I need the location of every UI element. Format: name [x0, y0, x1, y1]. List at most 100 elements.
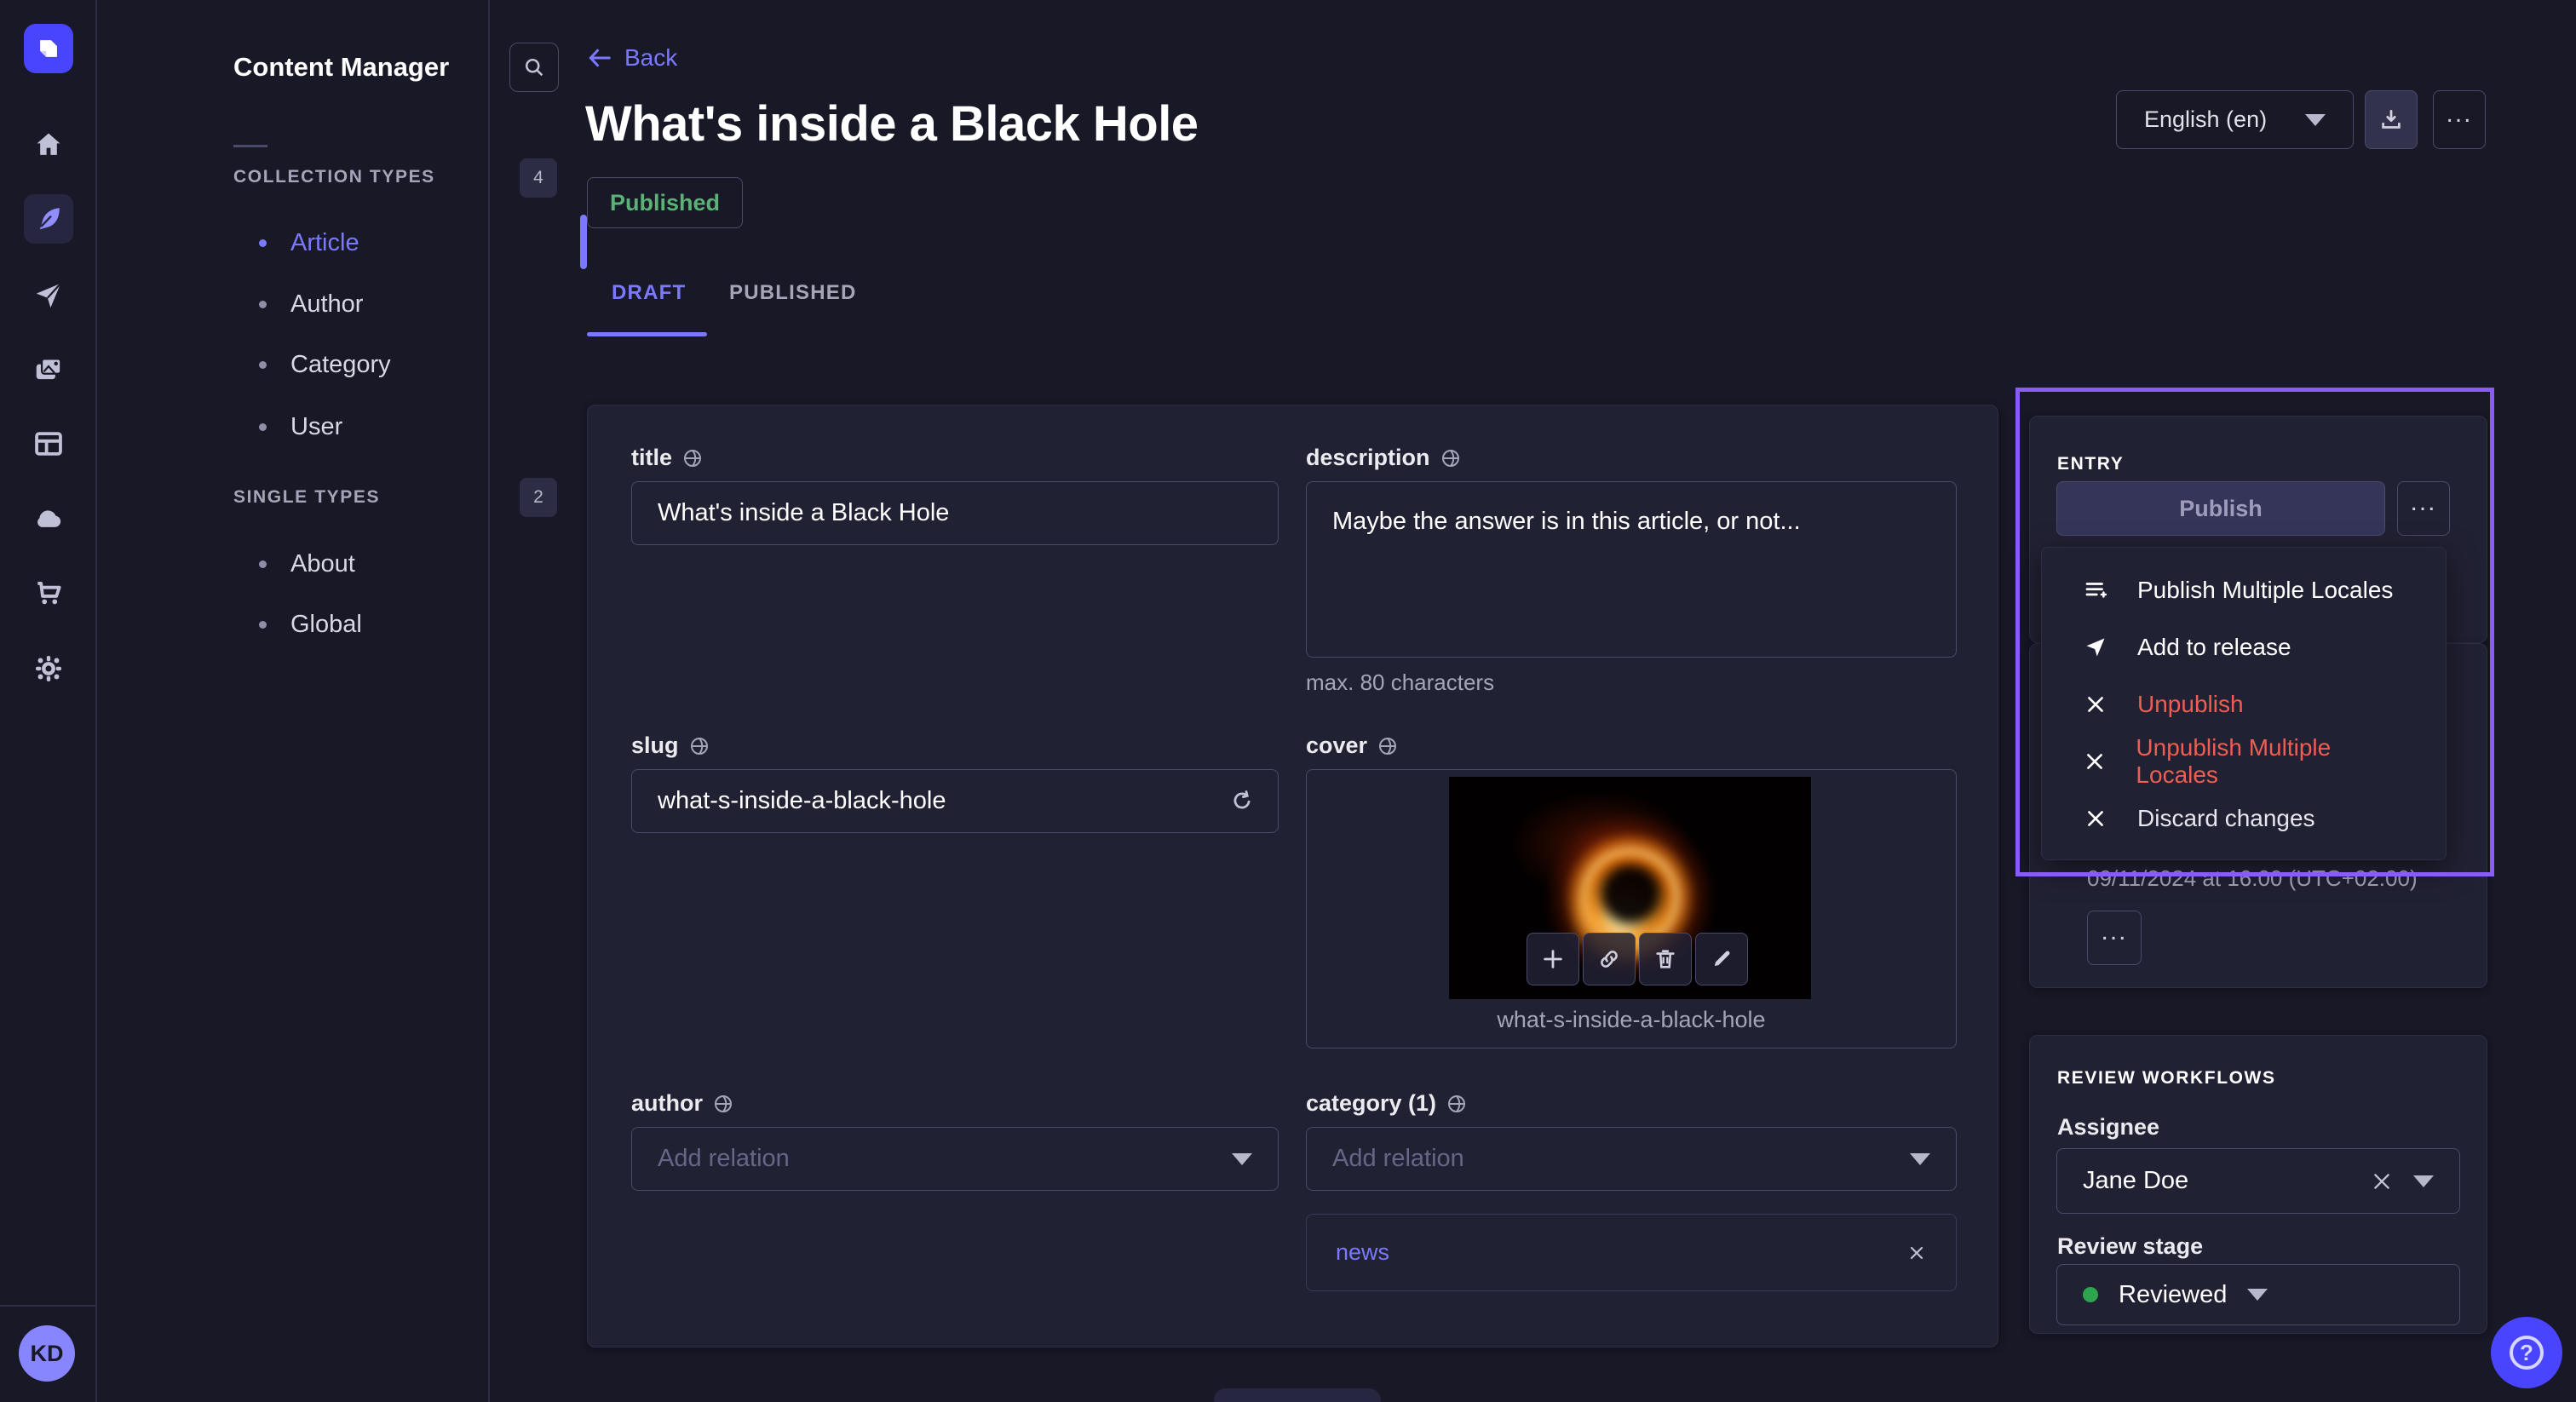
tab-published[interactable]: PUBLISHED: [729, 281, 856, 305]
scheduled-more-button[interactable]: ...: [2087, 911, 2142, 965]
sidebar-item-label: User: [290, 413, 342, 441]
list-plus-icon: [2081, 577, 2110, 603]
tab-draft[interactable]: DRAFT: [612, 281, 686, 305]
cross-icon: [2081, 807, 2110, 830]
strapi-logo-icon: [34, 34, 63, 63]
slug-field-label: slug: [631, 733, 710, 759]
sidebar-item-user[interactable]: User: [259, 408, 342, 445]
localized-globe-icon: [1440, 448, 1461, 468]
content-manager-pen-icon[interactable]: [24, 194, 73, 244]
sidebar-item-label: Author: [290, 290, 363, 319]
copy-link-button[interactable]: [1583, 933, 1636, 985]
category-placeholder: Add relation: [1332, 1145, 1464, 1173]
author-relation-select[interactable]: Add relation: [631, 1127, 1279, 1191]
locale-value: English (en): [2144, 106, 2267, 133]
cover-field-label: cover: [1306, 733, 1398, 759]
settings-gear-icon[interactable]: [32, 652, 66, 686]
description-textarea[interactable]: Maybe the answer is in this article, or …: [1306, 481, 1957, 658]
menu-item-label: Unpublish Multiple Locales: [2136, 734, 2406, 789]
localized-globe-icon: [689, 736, 710, 756]
assignee-select[interactable]: Jane Doe: [2056, 1148, 2460, 1214]
description-helper-text: max. 80 characters: [1306, 669, 1494, 696]
publish-button[interactable]: Publish: [2056, 481, 2385, 536]
sidebar-item-label: Global: [290, 611, 362, 639]
field-label-text: author: [631, 1090, 703, 1117]
chevron-down-icon: [2413, 1175, 2434, 1187]
home-icon[interactable]: [32, 128, 66, 162]
relation-link-news[interactable]: news: [1336, 1239, 1389, 1266]
sidebar-item-global[interactable]: Global: [259, 606, 362, 643]
edit-media-button[interactable]: [1695, 933, 1748, 985]
cover-actions: [1527, 933, 1748, 985]
assignee-value: Jane Doe: [2083, 1167, 2188, 1195]
title-input-wrap: [631, 481, 1279, 545]
sidebar-item-about[interactable]: About: [259, 545, 355, 583]
bottom-panel-edge: [1214, 1388, 1381, 1402]
strapi-admin: KD Content Manager COLLECTION TYPES 4 Ar…: [0, 0, 2576, 1402]
title-input[interactable]: [631, 481, 1279, 545]
menu-item-unpublish[interactable]: Unpublish: [2042, 675, 2446, 733]
back-label: Back: [624, 44, 677, 72]
category-relation-item: news: [1306, 1214, 1957, 1291]
menu-item-discard-changes[interactable]: Discard changes: [2042, 790, 2446, 847]
media-library-icon[interactable]: [32, 353, 66, 387]
assignee-label: Assignee: [2057, 1114, 2159, 1141]
category-relation-select[interactable]: Add relation: [1306, 1127, 1957, 1191]
menu-item-publish-multiple-locales[interactable]: Publish Multiple Locales: [2042, 561, 2446, 618]
content-type-builder-icon[interactable]: [32, 427, 66, 461]
releases-paper-plane-icon[interactable]: [32, 279, 66, 313]
title-field-label: title: [631, 445, 703, 471]
bullet-icon: [259, 621, 267, 629]
author-field-label: author: [631, 1090, 733, 1117]
stage-value: Reviewed: [2119, 1281, 2227, 1309]
back-link[interactable]: Back: [587, 44, 677, 72]
strapi-logo[interactable]: [24, 24, 73, 73]
cover-filename: what-s-inside-a-black-hole: [1306, 1007, 1957, 1033]
delete-media-button[interactable]: [1639, 933, 1692, 985]
search-button[interactable]: [509, 43, 559, 92]
bullet-icon: [259, 423, 267, 431]
sidebar-item-author[interactable]: Author: [259, 285, 363, 323]
menu-item-label: Publish Multiple Locales: [2137, 577, 2393, 604]
help-button[interactable]: ?: [2491, 1317, 2562, 1388]
sidebar-item-category[interactable]: Category: [259, 346, 391, 383]
menu-item-unpublish-multiple-locales[interactable]: Unpublish Multiple Locales: [2042, 733, 2446, 790]
marketplace-cart-icon[interactable]: [32, 576, 66, 610]
content-manager-sidebar: Content Manager COLLECTION TYPES 4 Artic…: [97, 0, 490, 1402]
review-workflows-heading: REVIEW WORKFLOWS: [2057, 1068, 2276, 1089]
clear-assignee-icon[interactable]: [2371, 1170, 2393, 1192]
single-types-heading: SINGLE TYPES: [233, 487, 380, 508]
entry-heading: ENTRY: [2057, 454, 2124, 474]
localized-globe-icon: [1446, 1094, 1467, 1114]
slug-input[interactable]: [631, 769, 1279, 833]
entry-actions-menu: Publish Multiple Locales Add to release …: [2041, 547, 2447, 860]
ellipsis-icon: ...: [2410, 503, 2436, 514]
header-more-button[interactable]: ...: [2433, 90, 2486, 149]
ellipsis-icon: ...: [2101, 932, 2127, 944]
field-label-text: title: [631, 445, 672, 471]
chevron-down-icon: [1910, 1153, 1930, 1165]
menu-item-label: Discard changes: [2137, 805, 2315, 832]
locale-select[interactable]: English (en): [2116, 90, 2354, 149]
sidebar-item-article[interactable]: Article: [259, 224, 359, 261]
user-avatar[interactable]: KD: [19, 1325, 75, 1382]
remove-relation-icon[interactable]: [1906, 1243, 1927, 1263]
status-badge: Published: [587, 177, 743, 228]
pencil-icon: [1710, 947, 1734, 971]
slug-input-wrap: [631, 769, 1279, 833]
single-types-count-badge: 2: [520, 478, 557, 517]
bullet-icon: [259, 239, 267, 247]
active-item-indicator: [580, 215, 587, 269]
sidebar-item-label: Article: [290, 229, 359, 257]
entry-more-button[interactable]: ...: [2397, 481, 2450, 536]
link-icon: [1597, 947, 1621, 971]
trash-icon: [1653, 947, 1677, 971]
category-field-label: category (1): [1306, 1090, 1467, 1117]
export-download-button[interactable]: [2365, 90, 2418, 149]
chevron-down-icon: [1232, 1153, 1252, 1165]
add-media-button[interactable]: [1527, 933, 1579, 985]
review-stage-select[interactable]: Reviewed: [2056, 1264, 2460, 1325]
cloud-icon[interactable]: [32, 501, 66, 535]
regenerate-slug-icon[interactable]: [1229, 788, 1255, 813]
menu-item-add-to-release[interactable]: Add to release: [2042, 618, 2446, 675]
